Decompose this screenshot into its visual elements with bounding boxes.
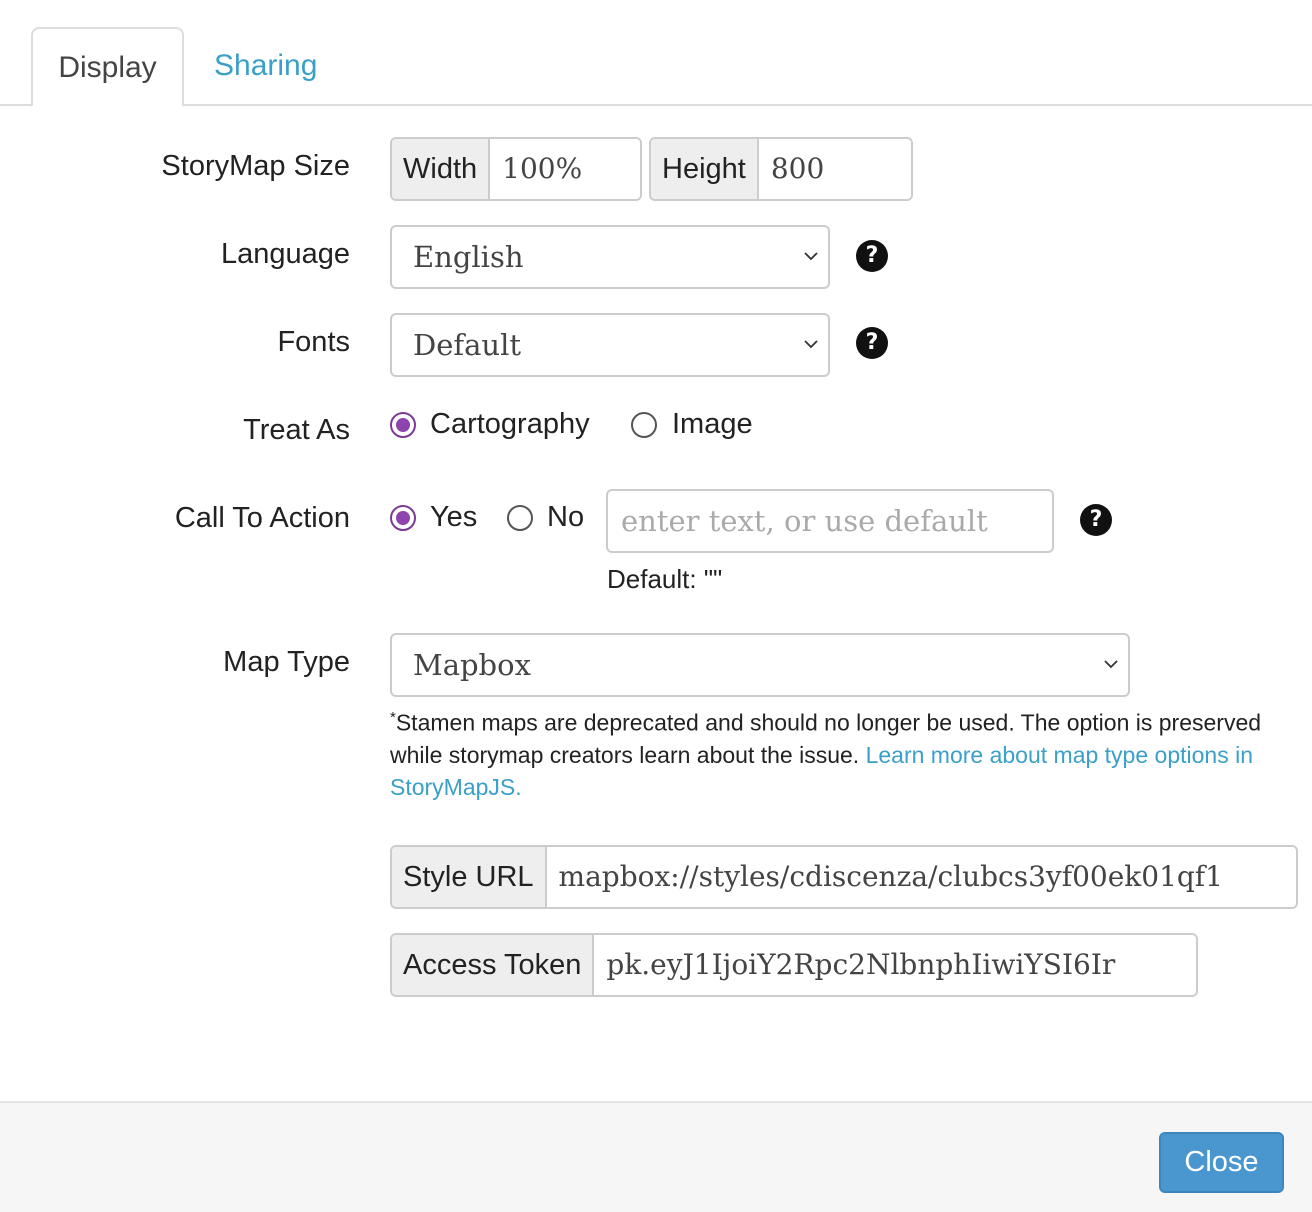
fonts-help-icon[interactable]: ? <box>856 327 888 359</box>
height-input[interactable]: 800 <box>758 139 911 199</box>
chevron-down-icon <box>804 340 818 349</box>
style-url-input[interactable]: mapbox://styles/cdiscenza/clubcs3yf00ek0… <box>546 847 1296 907</box>
tab-display[interactable]: Display <box>31 27 184 107</box>
fonts-select[interactable]: Default <box>390 313 830 377</box>
radio-cartography-label: Cartography <box>430 408 590 440</box>
height-addon: Height <box>651 139 759 199</box>
tab-sharing[interactable]: Sharing <box>189 27 342 107</box>
fonts-select-value: Default <box>413 328 522 362</box>
radio-no[interactable] <box>507 505 533 531</box>
chevron-down-icon <box>1104 660 1118 669</box>
language-select-value: English <box>413 240 524 274</box>
style-url-input-group: Style URL mapbox://styles/cdiscenza/club… <box>390 845 1298 909</box>
language-label: Language <box>220 238 350 270</box>
width-input-group: Width 100% <box>390 137 642 201</box>
language-select[interactable]: English <box>390 225 830 289</box>
fonts-label: Fonts <box>277 326 350 358</box>
call-to-action-default: Default: "" <box>607 564 723 594</box>
access-token-addon: Access Token <box>392 935 595 995</box>
width-input[interactable]: 100% <box>490 139 640 199</box>
language-help-icon[interactable]: ? <box>856 240 888 272</box>
radio-image[interactable] <box>631 412 657 438</box>
style-url-addon: Style URL <box>392 847 547 907</box>
call-to-action-label: Call To Action <box>174 502 350 534</box>
storymap-size-label: StoryMap Size <box>161 150 350 182</box>
call-to-action-input[interactable]: enter text, or use default <box>606 489 1054 553</box>
radio-image-label: Image <box>672 408 753 440</box>
radio-cartography[interactable] <box>390 412 416 438</box>
chevron-down-icon <box>804 252 818 261</box>
radio-yes[interactable] <box>390 505 416 531</box>
call-to-action-help-icon[interactable]: ? <box>1080 504 1112 536</box>
radio-yes-label: Yes <box>430 501 478 533</box>
close-button[interactable]: Close <box>1159 1132 1284 1193</box>
map-type-note: *Stamen maps are deprecated and should n… <box>390 702 1290 803</box>
map-type-label: Map Type <box>223 646 350 678</box>
map-type-select[interactable]: Mapbox <box>390 633 1130 697</box>
access-token-input[interactable]: pk.eyJ1IjoiY2Rpc2NlbnphIiwiYSI6Ir <box>594 935 1196 995</box>
treat-as-label: Treat As <box>243 414 350 446</box>
height-input-group: Height 800 <box>649 137 913 201</box>
width-addon: Width <box>392 139 491 199</box>
modal-footer <box>0 1101 1312 1212</box>
access-token-input-group: Access Token pk.eyJ1IjoiY2Rpc2NlbnphIiwi… <box>390 933 1198 997</box>
tab-bar: Display Sharing <box>0 0 1312 107</box>
map-type-select-value: Mapbox <box>413 648 531 682</box>
radio-no-label: No <box>547 501 585 533</box>
